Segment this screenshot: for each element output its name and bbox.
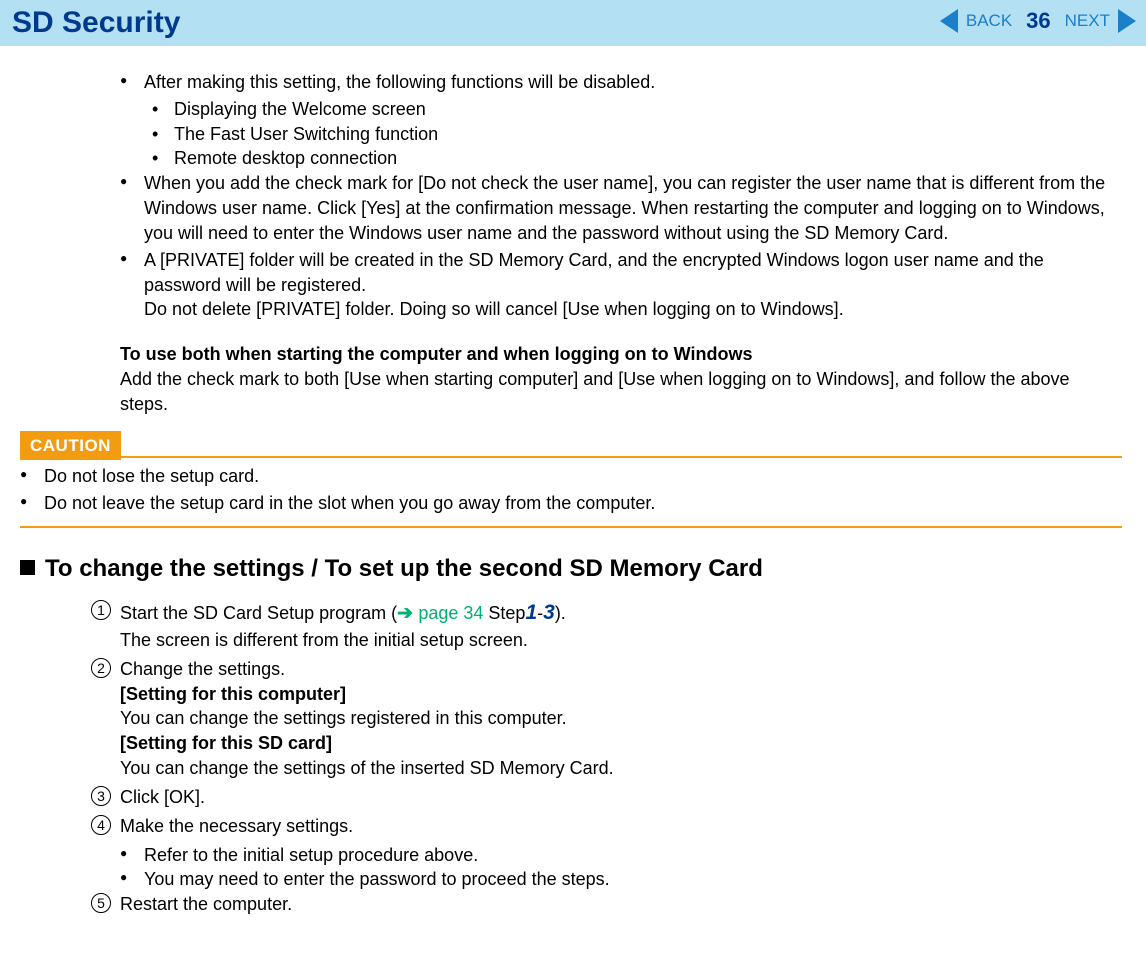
step-1: 1 Start the SD Card Setup program (➔ pag… [90,599,1122,653]
caution-body: Do not lose the setup card. Do not leave… [20,464,1122,516]
step-text: Start the SD Card Setup program ( [120,603,397,623]
bullet-item: A [PRIVATE] folder will be created in th… [120,248,1122,322]
step-text: Restart the computer. [120,894,292,914]
sub-bullet-item: Displaying the Welcome screen [120,97,1122,122]
arrow-right-icon: ➔ [397,603,418,624]
step-text: Step [483,603,525,623]
section-heading-text: To change the settings / To set up the s… [45,555,763,582]
sub-bullet-item: The Fast User Switching function [120,122,1122,147]
caution-label: CAUTION [20,431,121,460]
step-5: 5 Restart the computer. [90,892,1122,917]
nested-bullet-item: Refer to the initial setup procedure abo… [90,843,1122,868]
next-arrow-icon[interactable] [1118,9,1136,33]
square-bullet-icon [20,560,35,575]
step-ref-num: 1 [525,601,537,624]
bullet-text: A [PRIVATE] folder will be created in th… [144,250,1044,295]
page-number: 36 [1020,8,1056,34]
page-title: SD Security [12,6,180,40]
step-number-icon: 1 [90,599,112,621]
step-ref-num: 3 [543,601,555,624]
step-number-icon: 2 [90,657,112,679]
bullet-item: When you add the check mark for [Do not … [120,171,1122,245]
caution-header: CAUTION [20,431,1122,460]
caution-item: Do not lose the setup card. [20,464,1122,489]
setting-label: [Setting for this computer] [120,684,346,704]
bullet-item: After making this setting, the following… [120,70,1122,95]
step-number-icon: 3 [90,785,112,807]
setting-desc: You can change the settings registered i… [120,708,567,728]
caution-item: Do not leave the setup card in the slot … [20,491,1122,516]
nested-bullet-item: You may need to enter the password to pr… [90,867,1122,892]
step-number-icon: 5 [90,892,112,914]
back-arrow-icon[interactable] [940,9,958,33]
step-subtext: The screen is different from the initial… [120,630,528,650]
header-bar: SD Security BACK 36 NEXT [0,0,1146,46]
paragraph: Add the check mark to both [Use when sta… [90,367,1122,417]
step-3: 3 Click [OK]. [90,785,1122,810]
page-content: After making this setting, the following… [0,46,1146,961]
step-text: Click [OK]. [120,787,205,807]
subheading: To use both when starting the computer a… [90,342,1122,367]
step-2: 2 Change the settings. [Setting for this… [90,657,1122,781]
caution-separator [20,526,1122,528]
next-button[interactable]: NEXT [1061,11,1114,31]
step-text: Make the necessary settings. [120,816,353,836]
back-button[interactable]: BACK [962,11,1016,31]
bullet-list: After making this setting, the following… [90,70,1122,322]
bullet-text: Do not delete [PRIVATE] folder. Doing so… [144,299,844,319]
step-number-icon: 4 [90,814,112,836]
sub-bullet-item: Remote desktop connection [120,146,1122,171]
caution-divider [121,431,1122,460]
step-text: Change the settings. [120,659,285,679]
step-4: 4 Make the necessary settings. [90,814,1122,839]
nav-group: BACK 36 NEXT [940,8,1136,34]
section-heading: To change the settings / To set up the s… [20,552,1122,585]
setting-label: [Setting for this SD card] [120,733,332,753]
page-link[interactable]: page 34 [418,603,483,623]
setting-desc: You can change the settings of the inser… [120,758,614,778]
step-text: ). [555,603,566,623]
